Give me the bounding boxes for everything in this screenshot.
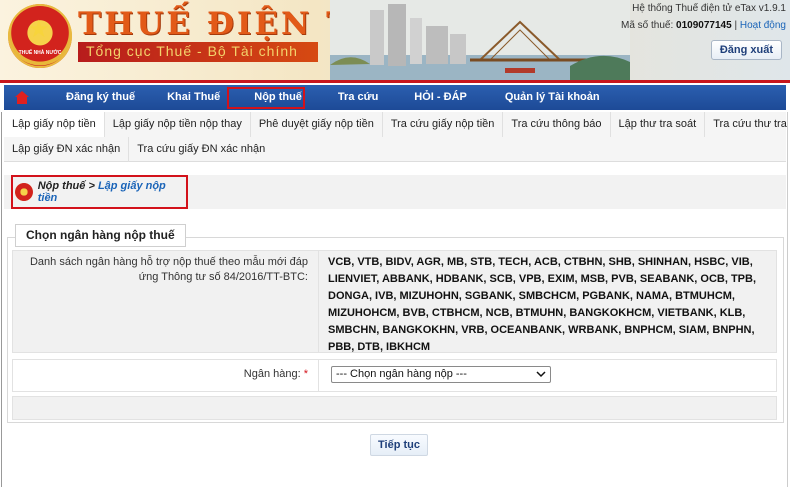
subnav-create-confirmation[interactable]: Lập giấy ĐN xác nhận — [4, 137, 130, 162]
bank-select-dropdown[interactable]: --- Chọn ngân hàng nộp --- — [331, 366, 551, 383]
nav-item-faq[interactable]: HỎI - ĐÁP — [394, 85, 483, 110]
nav-item-declare-tax[interactable]: Khai Thuế — [151, 85, 236, 110]
tax-id-value: 0109077145 — [676, 20, 732, 31]
logout-button[interactable]: Đăng xuất — [710, 40, 782, 60]
nav-item-pay-tax[interactable]: Nộp thuế — [236, 85, 318, 110]
bank-select-value: --- Chọn ngân hàng nộp --- — [336, 368, 467, 380]
subnav-lookup-inquiry[interactable]: Tra cứu thư tra soát — [705, 112, 790, 137]
subnav-lookup-notice[interactable]: Tra cứu thông báo — [503, 112, 611, 137]
system-title: Hệ thống Thuế điện tử eTax v1.9.1 — [632, 3, 786, 14]
sub-nav: Lập giấy nộp tiền Lập giấy nộp tiền nộp … — [4, 112, 790, 162]
nav-item-register-tax[interactable]: Đăng ký thuế — [40, 85, 151, 110]
section-title: Chọn ngân hàng nộp thuế — [15, 224, 186, 247]
sub-nav-row-2: Lập giấy ĐN xác nhận Tra cứu giấy ĐN xác… — [4, 137, 786, 162]
bank-select-row: Ngân hàng: * --- Chọn ngân hàng nộp --- — [12, 359, 777, 392]
subnav-create-payment-proxy[interactable]: Lập giấy nộp tiền nộp thay — [105, 112, 251, 137]
brand-subtitle: Tổng cục Thuế - Bộ Tài chính — [78, 42, 318, 62]
nav-item-lookup[interactable]: Tra cứu — [318, 85, 394, 110]
sub-nav-row-1: Lập giấy nộp tiền Lập giấy nộp tiền nộp … — [4, 112, 790, 137]
subnav-create-inquiry[interactable]: Lập thư tra soát — [611, 112, 706, 137]
header-divider — [0, 80, 790, 83]
nav-item-account[interactable]: Quản lý Tài khoản — [483, 85, 616, 110]
tax-emblem-icon — [15, 183, 33, 201]
breadcrumb: Nộp thuế > Lập giấy nộp tiền — [11, 175, 188, 209]
subnav-create-payment[interactable]: Lập giấy nộp tiền — [4, 112, 105, 137]
account-status-link[interactable]: Hoạt động — [740, 20, 786, 31]
tax-id-label: Mã số thuế: — [621, 20, 674, 31]
bank-list-row: Danh sách ngân hàng hỗ trợ nộp thuế theo… — [12, 250, 777, 353]
tax-emblem-logo: ★ THUẾ NHÀ NƯỚC — [8, 4, 72, 68]
header-banner: ★ THUẾ NHÀ NƯỚC THUẾ ĐIỆN TỬ Tổng cục Th… — [0, 0, 790, 82]
empty-form-row — [12, 396, 777, 420]
bank-select-label-cell: Ngân hàng: * — [13, 360, 319, 391]
tax-id-separator: | — [734, 20, 738, 31]
bank-select-label: Ngân hàng: — [243, 368, 301, 380]
breadcrumb-separator: > — [85, 180, 98, 192]
breadcrumb-text: Nộp thuế > Lập giấy nộp tiền — [38, 180, 186, 204]
required-marker: * — [303, 368, 308, 380]
subnav-approve-payment[interactable]: Phê duyệt giấy nộp tiền — [251, 112, 383, 137]
content-right-border — [787, 112, 788, 487]
bank-list-value: VCB, VTB, BIDV, AGR, MB, STB, TECH, ACB,… — [328, 256, 757, 353]
city-skyline-image — [330, 0, 630, 82]
bank-list-label: Danh sách ngân hàng hỗ trợ nộp thuế theo… — [13, 251, 319, 352]
continue-button[interactable]: Tiếp tục — [370, 434, 428, 456]
emblem-text: THUẾ NHÀ NƯỚC — [18, 50, 62, 56]
chevron-down-icon — [536, 367, 546, 387]
breadcrumb-parent[interactable]: Nộp thuế — [38, 180, 86, 192]
tax-id-row: Mã số thuế: 0109077145 | Hoạt động — [621, 20, 786, 31]
main-nav: Đăng ký thuế Khai Thuế Nộp thuế Tra cứu … — [4, 85, 786, 110]
star-icon: ★ — [28, 16, 50, 43]
subnav-lookup-confirmation[interactable]: Tra cứu giấy ĐN xác nhận — [129, 137, 273, 162]
subnav-lookup-payment[interactable]: Tra cứu giấy nộp tiền — [383, 112, 504, 137]
home-icon[interactable] — [4, 85, 40, 110]
content-left-border — [1, 112, 2, 487]
